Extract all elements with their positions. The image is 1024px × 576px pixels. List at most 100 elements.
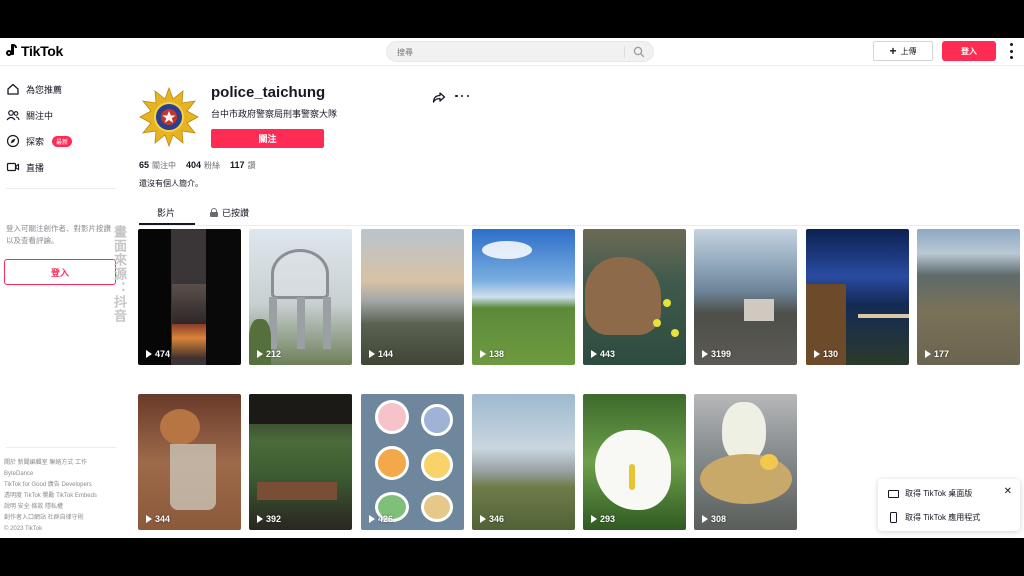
video-thumbnail[interactable]: 308 bbox=[694, 394, 797, 530]
play-icon bbox=[146, 350, 152, 358]
video-thumbnail[interactable]: 344 bbox=[138, 394, 241, 530]
phone-icon bbox=[890, 512, 897, 523]
users-icon bbox=[6, 110, 20, 121]
login-prompt: 登入可關注創作者、對影片按讚以及查看評論。 bbox=[6, 224, 111, 245]
sidebar-item-following[interactable]: 關注中 bbox=[6, 107, 53, 123]
view-count: 144 bbox=[369, 349, 393, 359]
sidebar-item-label: 關注中 bbox=[26, 110, 54, 121]
sidebar-item-explore[interactable]: 探索 最新 bbox=[6, 133, 73, 149]
search-input[interactable] bbox=[397, 45, 617, 59]
get-mobile-app-link[interactable]: 取得 TikTok 應用程式 bbox=[888, 512, 980, 523]
following-count[interactable]: 65 關注中 bbox=[139, 160, 176, 171]
source-watermark: 畫面來源：抖音 bbox=[112, 225, 127, 323]
sidebar-footer: 關於 新聞編輯室 聯絡方式 工作 ByteDance TikTok for Go… bbox=[4, 458, 124, 535]
video-thumbnail[interactable]: 392 bbox=[249, 394, 352, 530]
play-icon bbox=[591, 515, 597, 523]
upload-button[interactable]: + 上傳 bbox=[873, 41, 933, 61]
play-icon bbox=[480, 515, 486, 523]
view-count: 177 bbox=[925, 349, 949, 359]
view-count: 130 bbox=[814, 349, 838, 359]
video-thumbnail[interactable]: 130 bbox=[806, 229, 909, 365]
video-thumbnail[interactable]: 474 bbox=[138, 229, 241, 365]
police-badge-icon bbox=[139, 86, 199, 148]
tiktok-page: TikTok + 上傳 登入 為您推薦 關注中 探索 最新 bbox=[0, 38, 1024, 538]
more-vertical-icon[interactable] bbox=[1006, 43, 1016, 59]
play-icon bbox=[480, 350, 486, 358]
play-icon bbox=[591, 350, 597, 358]
followers-count[interactable]: 404 粉絲 bbox=[186, 160, 220, 171]
copyright: © 2023 TikTok bbox=[4, 526, 43, 532]
play-icon bbox=[369, 350, 375, 358]
play-icon bbox=[257, 515, 263, 523]
profile-nickname: 台中市政府警察局刑事警察大隊 bbox=[211, 109, 338, 119]
search-icon[interactable] bbox=[633, 46, 645, 58]
get-desktop-app-link[interactable]: 取得 TikTok 桌面版 bbox=[888, 488, 972, 499]
sidebar-item-live[interactable]: 直播 bbox=[6, 159, 44, 175]
sidebar-divider bbox=[6, 188, 116, 189]
video-thumbnail[interactable]: 443 bbox=[583, 229, 686, 365]
video-thumbnail[interactable]: 346 bbox=[472, 394, 575, 530]
search-bar[interactable] bbox=[386, 41, 654, 62]
video-thumbnail[interactable]: 293 bbox=[583, 394, 686, 530]
play-icon bbox=[702, 350, 708, 358]
play-icon bbox=[925, 350, 931, 358]
view-count: 392 bbox=[257, 514, 281, 524]
tab-liked[interactable]: 已按讚 bbox=[210, 206, 249, 219]
sidebar: 為您推薦 關注中 探索 最新 直播 登入可關注創作者、對影片按讚以及查看評論。 … bbox=[0, 67, 127, 538]
sidebar-item-label: 為您推薦 bbox=[26, 84, 63, 95]
desktop-icon bbox=[888, 489, 899, 498]
share-icon[interactable] bbox=[432, 90, 446, 104]
logo-text: TikTok bbox=[21, 43, 64, 59]
sidebar-item-for-you[interactable]: 為您推薦 bbox=[6, 81, 62, 97]
home-icon bbox=[7, 83, 19, 95]
view-count: 3199 bbox=[702, 349, 731, 359]
more-options-icon[interactable] bbox=[455, 89, 469, 103]
play-icon bbox=[146, 515, 152, 523]
profile-stats: 65 關注中 404 粉絲 117 讚 bbox=[139, 160, 256, 171]
play-icon bbox=[814, 350, 820, 358]
play-icon bbox=[369, 515, 375, 523]
video-thumbnail[interactable]: 177 bbox=[917, 229, 1020, 365]
top-header: TikTok + 上傳 登入 bbox=[0, 38, 1024, 66]
get-app-popup: 取得 TikTok 桌面版 ✕ 取得 TikTok 應用程式 bbox=[878, 479, 1020, 531]
header-login-button[interactable]: 登入 bbox=[942, 41, 996, 61]
new-badge: 最新 bbox=[52, 135, 73, 147]
footer-links[interactable]: 關於 新聞編輯室 聯絡方式 工作 bbox=[4, 458, 124, 469]
follow-button[interactable]: 關注 bbox=[211, 129, 324, 148]
video-thumbnail[interactable]: 138 bbox=[472, 229, 575, 365]
view-count: 426 bbox=[369, 514, 393, 524]
active-tab-indicator bbox=[139, 223, 195, 225]
view-count: 212 bbox=[257, 349, 281, 359]
play-icon bbox=[257, 350, 263, 358]
footer-links[interactable]: 透明度 TikTok 獎勵 TikTok Embeds bbox=[4, 491, 124, 502]
lock-icon bbox=[210, 208, 218, 217]
tiktok-logo-icon bbox=[6, 44, 18, 58]
view-count: 138 bbox=[480, 349, 504, 359]
video-thumbnail[interactable]: 212 bbox=[249, 229, 352, 365]
view-count: 344 bbox=[146, 514, 170, 524]
profile-tabs: 影片 已按讚 bbox=[139, 198, 1019, 226]
search-divider bbox=[624, 46, 625, 58]
sidebar-login-button[interactable]: 登入 bbox=[4, 259, 116, 285]
view-count: 474 bbox=[146, 349, 170, 359]
tiktok-logo[interactable]: TikTok bbox=[6, 43, 63, 59]
video-thumbnail[interactable]: 144 bbox=[361, 229, 464, 365]
footer-links[interactable]: 創作者入口網站 社群自律守則 bbox=[4, 513, 124, 524]
view-count: 308 bbox=[702, 514, 726, 524]
sidebar-item-label: 直播 bbox=[26, 162, 45, 173]
tab-videos[interactable]: 影片 bbox=[157, 206, 175, 219]
video-thumbnail[interactable]: 3199 bbox=[694, 229, 797, 365]
profile-username: police_taichung bbox=[211, 84, 326, 101]
footer-links[interactable]: TikTok for Good 廣告 Developers bbox=[4, 480, 124, 491]
view-count: 443 bbox=[591, 349, 615, 359]
footer-company[interactable]: ByteDance bbox=[4, 469, 124, 480]
plus-icon: + bbox=[889, 44, 897, 58]
sidebar-item-label: 探索 bbox=[26, 136, 45, 147]
footer-links[interactable]: 說明 安全 條款 隱私權 bbox=[4, 502, 124, 513]
view-count: 346 bbox=[480, 514, 504, 524]
compass-icon bbox=[6, 134, 20, 148]
close-icon[interactable]: ✕ bbox=[1004, 486, 1012, 497]
video-thumbnail[interactable]: 426 bbox=[361, 394, 464, 530]
profile-avatar[interactable] bbox=[137, 85, 201, 149]
view-count: 293 bbox=[591, 514, 615, 524]
